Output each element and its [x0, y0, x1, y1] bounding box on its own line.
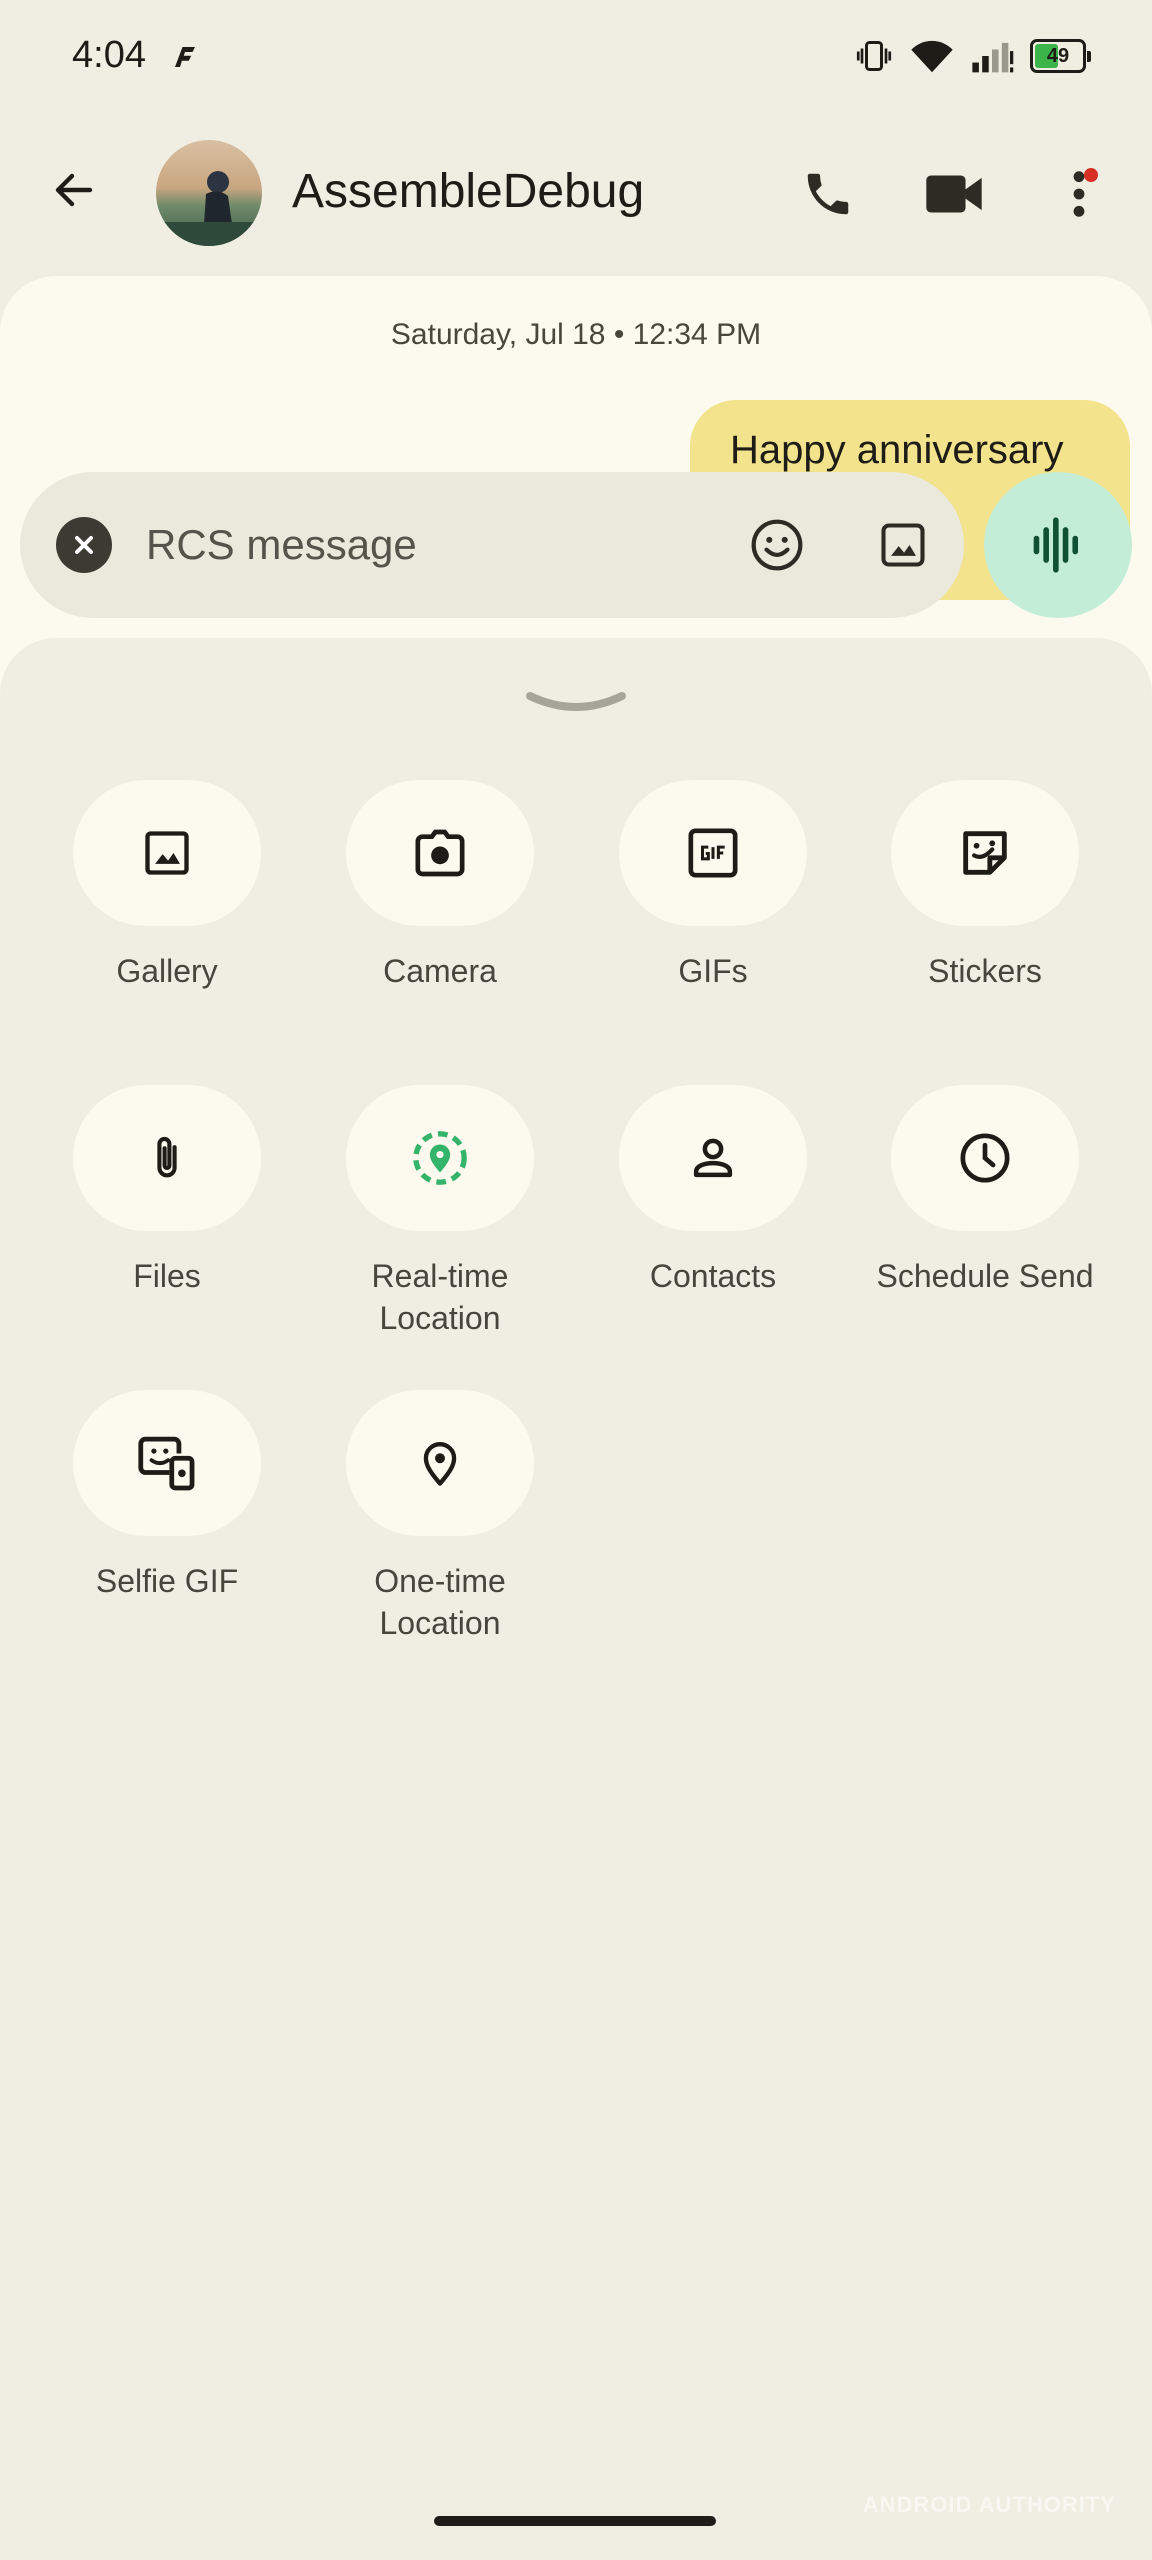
avatar-photo — [156, 171, 262, 246]
back-arrow-icon — [55, 173, 93, 207]
realtime-location-tile[interactable] — [346, 1085, 534, 1231]
wifi-icon — [911, 40, 953, 73]
collapse-handle-icon[interactable] — [524, 688, 628, 718]
status-time: 4:04 — [72, 34, 146, 76]
phone-icon — [807, 173, 849, 215]
files-label: Files — [133, 1258, 201, 1294]
signal-icon — [972, 42, 1014, 73]
location-pin-icon — [423, 1442, 457, 1486]
contacts-tile[interactable] — [619, 1085, 807, 1231]
app-notification-icon — [175, 47, 195, 67]
attach-gifs[interactable]: GIFs — [583, 780, 843, 992]
camera-icon — [415, 829, 465, 877]
voice-waveform-icon — [1033, 517, 1079, 573]
paperclip-icon — [157, 1136, 177, 1178]
video-call-button[interactable] — [914, 156, 994, 232]
attach-schedule-send[interactable]: Schedule Send — [855, 1085, 1115, 1297]
image-icon — [881, 523, 925, 567]
battery-icon: 49 — [1030, 39, 1091, 73]
contacts-label: Contacts — [649, 1258, 777, 1294]
message-input[interactable] — [146, 512, 706, 578]
files-tile[interactable] — [73, 1085, 261, 1231]
live-location-icon — [413, 1131, 467, 1185]
message-text: Happy anniversary — [730, 428, 1064, 472]
realtime-location-label: Real-time Location — [371, 1258, 509, 1336]
attach-camera[interactable]: Camera — [310, 780, 570, 992]
attach-gallery[interactable]: Gallery — [37, 780, 297, 992]
gallery-label: Gallery — [116, 953, 218, 989]
onetime-location-label: One-time Location — [374, 1563, 506, 1641]
more-options-button[interactable] — [1044, 156, 1114, 232]
selfie-gif-tile[interactable] — [73, 1390, 261, 1536]
camera-label: Camera — [383, 953, 497, 989]
attach-stickers[interactable]: Stickers — [855, 780, 1115, 992]
gifs-label: GIFs — [678, 953, 748, 989]
attachment-sheet: Gallery Camera GIFs Stickers Files Real-… — [0, 638, 1152, 2560]
attach-realtime-location[interactable]: Real-time Location — [310, 1085, 570, 1339]
camera-tile[interactable] — [346, 780, 534, 926]
attach-onetime-location[interactable]: One-time Location — [310, 1390, 570, 1644]
attach-selfie-gif[interactable]: Selfie GIF — [37, 1390, 297, 1602]
status-icons: 49 — [854, 38, 1091, 74]
gesture-nav-handle[interactable] — [434, 2516, 716, 2526]
gif-icon — [688, 828, 738, 878]
close-attachments-button[interactable] — [56, 517, 112, 573]
contact-name[interactable]: AssembleDebug — [292, 164, 644, 219]
stickers-tile[interactable] — [891, 780, 1079, 926]
avatar[interactable] — [156, 140, 262, 246]
selfie-gif-label: Selfie GIF — [95, 1563, 239, 1599]
battery-text: 49 — [1046, 44, 1070, 67]
schedule-send-label: Schedule Send — [876, 1258, 1094, 1294]
selfie-gif-icon — [138, 1436, 195, 1491]
attach-files[interactable]: Files — [37, 1085, 297, 1297]
emoji-button[interactable] — [744, 512, 810, 578]
status-bar: 4:04 49 — [0, 0, 1152, 120]
vibrate-icon — [856, 41, 892, 71]
video-camera-icon — [926, 175, 982, 213]
onetime-location-tile[interactable] — [346, 1390, 534, 1536]
image-button[interactable] — [870, 512, 936, 578]
compose-bar — [20, 472, 964, 618]
date-label: Saturday, Jul 18 • 12:34 PM — [390, 318, 762, 351]
notification-dot — [1084, 168, 1098, 182]
person-icon — [693, 1138, 733, 1178]
schedule-send-tile[interactable] — [891, 1085, 1079, 1231]
gallery-tile[interactable] — [73, 780, 261, 926]
sticker-icon — [963, 831, 1007, 875]
attach-contacts[interactable]: Contacts — [583, 1085, 843, 1297]
stickers-label: Stickers — [928, 953, 1042, 989]
emoji-icon — [751, 519, 803, 571]
watermark: ANDROID AUTHORITY — [862, 2492, 1116, 2517]
voice-message-button[interactable] — [984, 472, 1132, 618]
close-icon — [75, 536, 93, 554]
clock-icon — [960, 1133, 1010, 1183]
gallery-icon — [145, 831, 189, 875]
back-button[interactable] — [40, 156, 108, 224]
top-app-bar: AssembleDebug — [0, 120, 1152, 260]
call-button[interactable] — [790, 156, 866, 232]
gifs-tile[interactable] — [619, 780, 807, 926]
